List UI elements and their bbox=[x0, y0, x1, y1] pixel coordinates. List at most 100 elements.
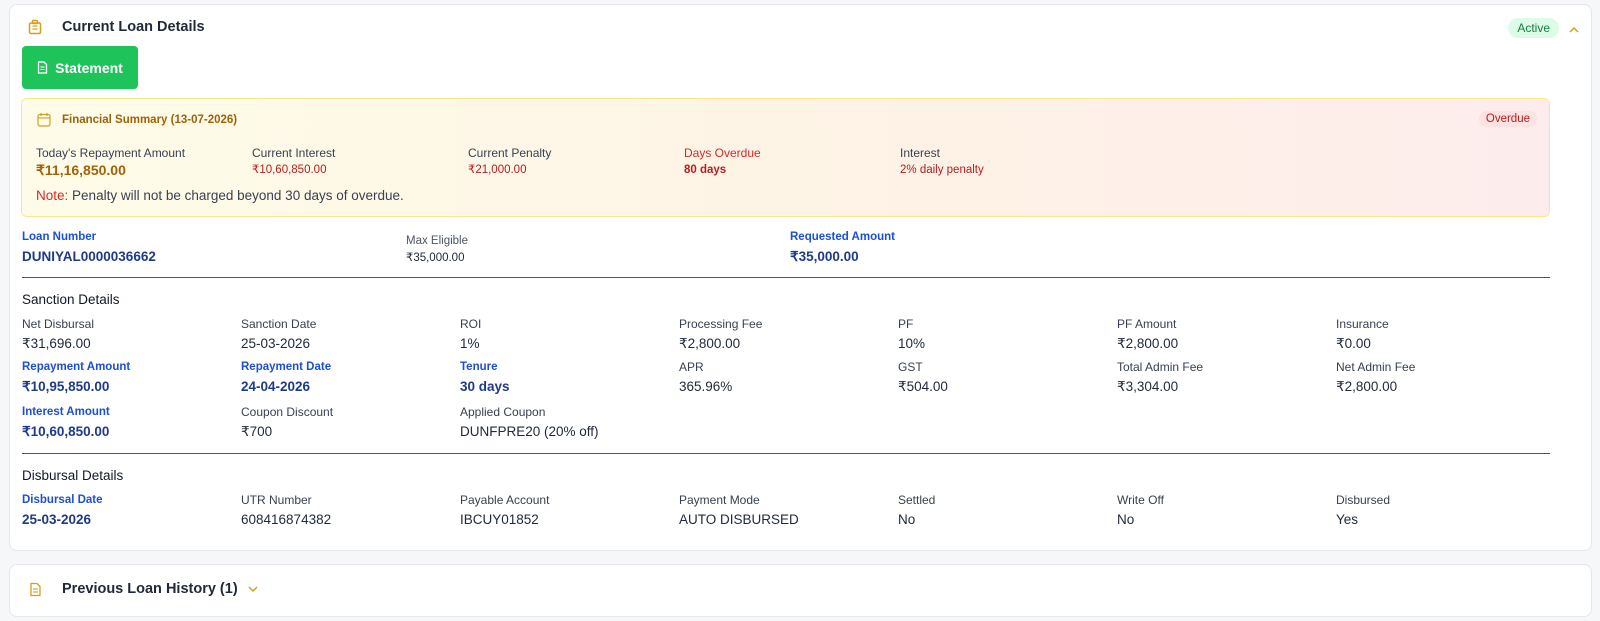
field-label: PF bbox=[898, 317, 914, 331]
field-label: Max Eligible bbox=[406, 235, 468, 247]
field-value: ₹10,60,850.00 bbox=[22, 424, 110, 439]
field-label: Loan Number bbox=[22, 231, 97, 243]
field-value: 2% daily penalty bbox=[900, 164, 984, 176]
insurance-field: Insurance ₹0.00 bbox=[1336, 317, 1389, 352]
pf-field: PF 10% bbox=[898, 317, 925, 352]
field-label: PF Amount bbox=[1117, 317, 1177, 331]
gst-field: GST ₹504.00 bbox=[898, 360, 948, 395]
field-value: 30 days bbox=[460, 379, 510, 394]
divider bbox=[22, 453, 1550, 454]
field-value: ₹31,696.00 bbox=[22, 336, 91, 351]
field-label: UTR Number bbox=[241, 493, 312, 507]
apr-field: APR 365.96% bbox=[679, 360, 732, 395]
current-loan-header[interactable]: Current Loan Details bbox=[26, 18, 205, 36]
field-value: ₹0.00 bbox=[1336, 336, 1371, 351]
note-text: Penalty will not be charged beyond 30 da… bbox=[72, 188, 404, 203]
max-eligible-field: Max Eligible ₹35,000.00 bbox=[406, 234, 468, 266]
days-overdue-field: Days Overdue 80 days bbox=[684, 146, 761, 177]
status-badge: Active bbox=[1508, 18, 1559, 38]
field-label: Write Off bbox=[1117, 493, 1164, 507]
field-value: No bbox=[1117, 512, 1135, 527]
field-label: Disbursal Date bbox=[22, 494, 103, 506]
field-label: Days Overdue bbox=[684, 146, 761, 160]
field-value: 25-03-2026 bbox=[241, 336, 311, 351]
current-interest-field: Current Interest ₹10,60,850.00 bbox=[252, 146, 335, 177]
requested-amount-field: Requested Amount ₹35,000.00 bbox=[790, 230, 895, 265]
overdue-badge: Overdue bbox=[1478, 111, 1537, 127]
todays-repayment-field: Today's Repayment Amount ₹11,16,850.00 bbox=[36, 146, 185, 177]
field-value: Yes bbox=[1336, 512, 1359, 527]
field-value: 25-03-2026 bbox=[22, 512, 92, 527]
field-value: No bbox=[898, 512, 916, 527]
field-label: Payable Account bbox=[460, 493, 550, 507]
field-label: Coupon Discount bbox=[241, 405, 334, 419]
financial-summary-title: Financial Summary (13-07-2026) bbox=[62, 114, 238, 126]
briefcase-icon bbox=[26, 18, 44, 36]
field-label: Current Penalty bbox=[468, 146, 552, 160]
previous-loan-title: Previous Loan History (1) bbox=[62, 581, 238, 597]
loan-number-field: Loan Number DUNIYAL0000036662 bbox=[22, 230, 156, 265]
field-value: IBCUY01852 bbox=[460, 512, 539, 527]
document-icon bbox=[37, 61, 48, 74]
total-admin-fee-field: Total Admin Fee ₹3,304.00 bbox=[1117, 360, 1203, 395]
statement-button[interactable]: Statement bbox=[22, 46, 138, 89]
field-label: Interest Amount bbox=[22, 406, 110, 418]
note-label: Note: bbox=[36, 188, 69, 203]
disbursal-date-field: Disbursal Date 25-03-2026 bbox=[22, 493, 103, 528]
field-label: Net Admin Fee bbox=[1336, 360, 1416, 374]
current-loan-title: Current Loan Details bbox=[62, 19, 205, 35]
disbursal-details-title: Disbursal Details bbox=[22, 468, 124, 483]
field-value: 24-04-2026 bbox=[241, 379, 311, 394]
interest-penalty-field: Interest 2% daily penalty bbox=[900, 146, 984, 177]
sanction-details-title: Sanction Details bbox=[22, 292, 120, 307]
field-label: Applied Coupon bbox=[460, 405, 546, 419]
field-value: ₹2,800.00 bbox=[1336, 379, 1398, 394]
penalty-note: Note: Penalty will not be charged beyond… bbox=[36, 188, 404, 203]
field-label: Total Admin Fee bbox=[1117, 360, 1204, 374]
payable-account-field: Payable Account IBCUY01852 bbox=[460, 493, 549, 528]
net-disbursal-field: Net Disbursal ₹31,696.00 bbox=[22, 317, 94, 352]
divider bbox=[22, 277, 1550, 278]
field-label: Disbursed bbox=[1336, 493, 1391, 507]
previous-loan-history-card[interactable]: Previous Loan History (1) bbox=[9, 564, 1592, 617]
current-loan-card: Current Loan Details Active Statement Fi… bbox=[9, 4, 1592, 551]
field-value: 80 days bbox=[684, 164, 727, 176]
field-label: Repayment Amount bbox=[22, 361, 131, 373]
field-value: DUNFPRE20 (20% off) bbox=[460, 424, 599, 439]
tenure-field: Tenure 30 days bbox=[460, 360, 510, 395]
field-value: ₹21,000.00 bbox=[468, 164, 527, 176]
field-label: Repayment Date bbox=[241, 361, 332, 373]
field-label: Net Disbursal bbox=[22, 317, 95, 331]
field-value: ₹10,95,850.00 bbox=[22, 379, 110, 394]
chevron-up-icon[interactable] bbox=[1567, 22, 1581, 36]
field-label: APR bbox=[679, 360, 704, 374]
roi-field: ROI 1% bbox=[460, 317, 481, 352]
utr-number-field: UTR Number 608416874382 bbox=[241, 493, 331, 528]
field-value: ₹2,800.00 bbox=[1117, 336, 1179, 351]
field-label: Insurance bbox=[1336, 317, 1389, 331]
applied-coupon-field: Applied Coupon DUNFPRE20 (20% off) bbox=[460, 405, 599, 440]
field-value: 1% bbox=[460, 336, 480, 351]
field-value: 608416874382 bbox=[241, 512, 332, 527]
document-icon bbox=[26, 580, 44, 598]
financial-summary: Financial Summary (13-07-2026) Overdue T… bbox=[21, 98, 1550, 217]
field-value: ₹3,304.00 bbox=[1117, 379, 1179, 394]
chevron-down-icon[interactable] bbox=[248, 585, 258, 593]
field-label: Sanction Date bbox=[241, 317, 317, 331]
coupon-discount-field: Coupon Discount ₹700 bbox=[241, 405, 333, 440]
previous-loan-header[interactable]: Previous Loan History (1) bbox=[26, 580, 258, 598]
processing-fee-field: Processing Fee ₹2,800.00 bbox=[679, 317, 762, 352]
financial-summary-header: Financial Summary (13-07-2026) bbox=[36, 112, 237, 128]
field-label: Payment Mode bbox=[679, 493, 760, 507]
settled-field: Settled No bbox=[898, 493, 935, 528]
field-value: ₹2,800.00 bbox=[679, 336, 741, 351]
disbursed-field: Disbursed Yes bbox=[1336, 493, 1390, 528]
field-value: ₹11,16,850.00 bbox=[36, 162, 126, 178]
interest-amount-field: Interest Amount ₹10,60,850.00 bbox=[22, 405, 110, 440]
repayment-date-field: Repayment Date 24-04-2026 bbox=[241, 360, 331, 395]
field-value: 365.96% bbox=[679, 379, 733, 394]
net-admin-fee-field: Net Admin Fee ₹2,800.00 bbox=[1336, 360, 1415, 395]
field-label: Interest bbox=[900, 146, 941, 160]
field-label: Current Interest bbox=[252, 146, 336, 160]
write-off-field: Write Off No bbox=[1117, 493, 1164, 528]
